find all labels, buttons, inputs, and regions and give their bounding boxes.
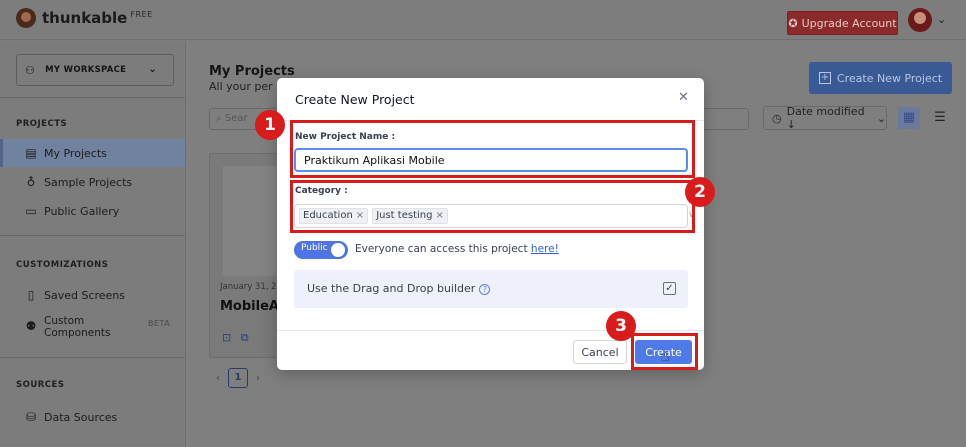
drag-drop-label-text: Use the Drag and Drop builder xyxy=(307,282,476,295)
badge-icon: ♁ xyxy=(26,175,36,189)
sidebar: ⚇ MY WORKSPACE ⌄ PROJECTS ▤ My Projects … xyxy=(0,41,186,447)
cancel-button[interactable]: Cancel xyxy=(573,340,627,364)
public-info-link[interactable]: here! xyxy=(531,243,559,255)
category-tag: Education × xyxy=(299,208,369,224)
project-name-input[interactable] xyxy=(294,148,688,172)
phone-icon: ▯ xyxy=(27,288,35,302)
drag-drop-builder-option[interactable]: Use the Drag and Drop builder? ✓ xyxy=(294,270,688,308)
remove-tag-icon[interactable]: × xyxy=(435,209,443,223)
upgrade-account-button[interactable]: ✪ Upgrade Account xyxy=(787,11,898,35)
step-badge-1: 1 xyxy=(255,110,285,140)
project-card[interactable] xyxy=(209,153,281,358)
help-icon[interactable]: ? xyxy=(479,284,491,295)
sidebar-item-custom-components[interactable]: ⚉ Custom Components BETA xyxy=(0,313,185,343)
project-date: January 31, 2 xyxy=(220,282,277,292)
chevron-down-icon: ∨ xyxy=(688,210,695,220)
thunkable-logo[interactable]: thunkable FREE xyxy=(16,8,153,28)
step-badge-3: 3 xyxy=(606,311,636,341)
plan-badge: FREE xyxy=(130,9,153,19)
copy-icon[interactable]: ⧉ xyxy=(241,331,249,344)
public-description: Everyone can access this project here! xyxy=(355,243,559,255)
project-thumbnail xyxy=(223,166,281,276)
divider xyxy=(0,97,185,98)
sort-dropdown[interactable]: ◷ Date modified ↓ ⌄ xyxy=(763,105,887,131)
sidebar-item-label: Data Sources xyxy=(44,410,118,424)
sidebar-item-my-projects[interactable]: ▤ My Projects xyxy=(0,139,185,167)
lock-icon[interactable]: ⊡ xyxy=(222,331,231,344)
project-actions: ⊡ ⧉ xyxy=(222,331,249,345)
sidebar-item-saved-screens[interactable]: ▯ Saved Screens xyxy=(0,281,185,309)
list-icon: ☰ xyxy=(934,110,946,125)
category-tag: Just testing × xyxy=(372,208,448,224)
chevron-down-icon: ⌄ xyxy=(876,111,886,125)
project-name-label: New Project Name : xyxy=(295,132,396,142)
upgrade-account-label: Upgrade Account xyxy=(801,16,897,30)
pagination: ‹ 1 › xyxy=(216,368,260,388)
components-icon: ⚉ xyxy=(25,319,37,333)
drag-drop-checkbox[interactable]: ✓ xyxy=(663,282,676,295)
page-title: My Projects xyxy=(209,64,295,79)
sidebar-item-label: Public Gallery xyxy=(44,204,120,218)
close-icon[interactable]: ✕ xyxy=(678,90,689,105)
top-bar: thunkable FREE ✪ Upgrade Account ⌄ xyxy=(0,0,966,40)
section-header-customizations: CUSTOMIZATIONS xyxy=(16,260,109,270)
step-badge-2: 2 xyxy=(685,177,715,207)
prev-page-icon[interactable]: ‹ xyxy=(216,373,220,384)
sidebar-item-label: Custom Components xyxy=(44,315,111,339)
section-header-projects: PROJECTS xyxy=(16,119,68,129)
sort-label: Date modified ↓ xyxy=(786,105,865,131)
sidebar-item-label: Sample Projects xyxy=(44,175,133,189)
sidebar-item-data-sources[interactable]: ⛁ Data Sources xyxy=(0,403,185,431)
chevron-down-icon: ⌄ xyxy=(148,64,157,75)
divider xyxy=(277,330,704,331)
toggle-knob xyxy=(331,243,345,257)
chevron-down-icon[interactable]: ⌄ xyxy=(937,13,946,26)
category-tag-label: Just testing xyxy=(376,210,433,221)
thunkable-logo-icon xyxy=(16,8,36,28)
divider xyxy=(277,120,704,121)
clock-icon: ◷ xyxy=(772,111,782,125)
public-toggle-label: Public xyxy=(301,243,328,253)
category-tag-label: Education xyxy=(303,210,353,221)
project-name[interactable]: MobileA xyxy=(220,299,279,314)
category-label: Category : xyxy=(295,186,348,196)
public-toggle[interactable]: Public xyxy=(294,241,348,259)
remove-tag-icon[interactable]: × xyxy=(356,209,364,223)
sidebar-item-label: Saved Screens xyxy=(44,288,126,302)
grid-icon: ▦ xyxy=(902,110,916,125)
create-new-project-button[interactable]: + Create New Project xyxy=(809,62,952,94)
page-number[interactable]: 1 xyxy=(228,368,248,388)
page-subtitle: All your per xyxy=(209,80,273,93)
section-header-sources: SOURCES xyxy=(16,380,65,390)
grid-view-toggle[interactable]: ▦ xyxy=(898,107,920,129)
avatar[interactable] xyxy=(908,8,932,32)
workspace-selector[interactable]: ⚇ MY WORKSPACE ⌄ xyxy=(16,54,174,86)
category-select[interactable]: Education × Just testing × ∨ xyxy=(294,204,695,228)
workspace-icon: ⚇ xyxy=(25,63,36,77)
create-new-project-label: Create New Project xyxy=(836,71,943,85)
database-icon: ⛁ xyxy=(25,410,37,424)
search-placeholder: Sear xyxy=(224,113,248,124)
search-icon: ⌕ xyxy=(216,113,222,124)
sidebar-item-public-gallery[interactable]: ▭ Public Gallery xyxy=(0,197,185,225)
sidebar-item-label: My Projects xyxy=(44,146,107,160)
beta-badge: BETA xyxy=(148,319,171,328)
public-description-text: Everyone can access this project xyxy=(355,243,528,255)
divider xyxy=(0,235,185,236)
list-view-toggle[interactable]: ☰ xyxy=(929,107,951,129)
workspace-label: MY WORKSPACE xyxy=(45,65,127,75)
create-project-modal: Create New Project ✕ New Project Name : … xyxy=(277,78,704,370)
modal-title: Create New Project xyxy=(295,92,415,107)
divider xyxy=(0,357,185,358)
plus-square-icon: + xyxy=(818,72,831,84)
award-icon: ✪ xyxy=(788,16,798,30)
brand-name: thunkable xyxy=(42,9,128,27)
sidebar-item-sample-projects[interactable]: ♁ Sample Projects xyxy=(0,168,185,196)
drag-drop-label: Use the Drag and Drop builder? xyxy=(307,282,491,295)
hand-cursor-icon: ☝ xyxy=(660,346,670,365)
next-page-icon[interactable]: › xyxy=(256,373,260,384)
gallery-icon: ▭ xyxy=(25,204,37,218)
document-icon: ▤ xyxy=(25,146,37,160)
